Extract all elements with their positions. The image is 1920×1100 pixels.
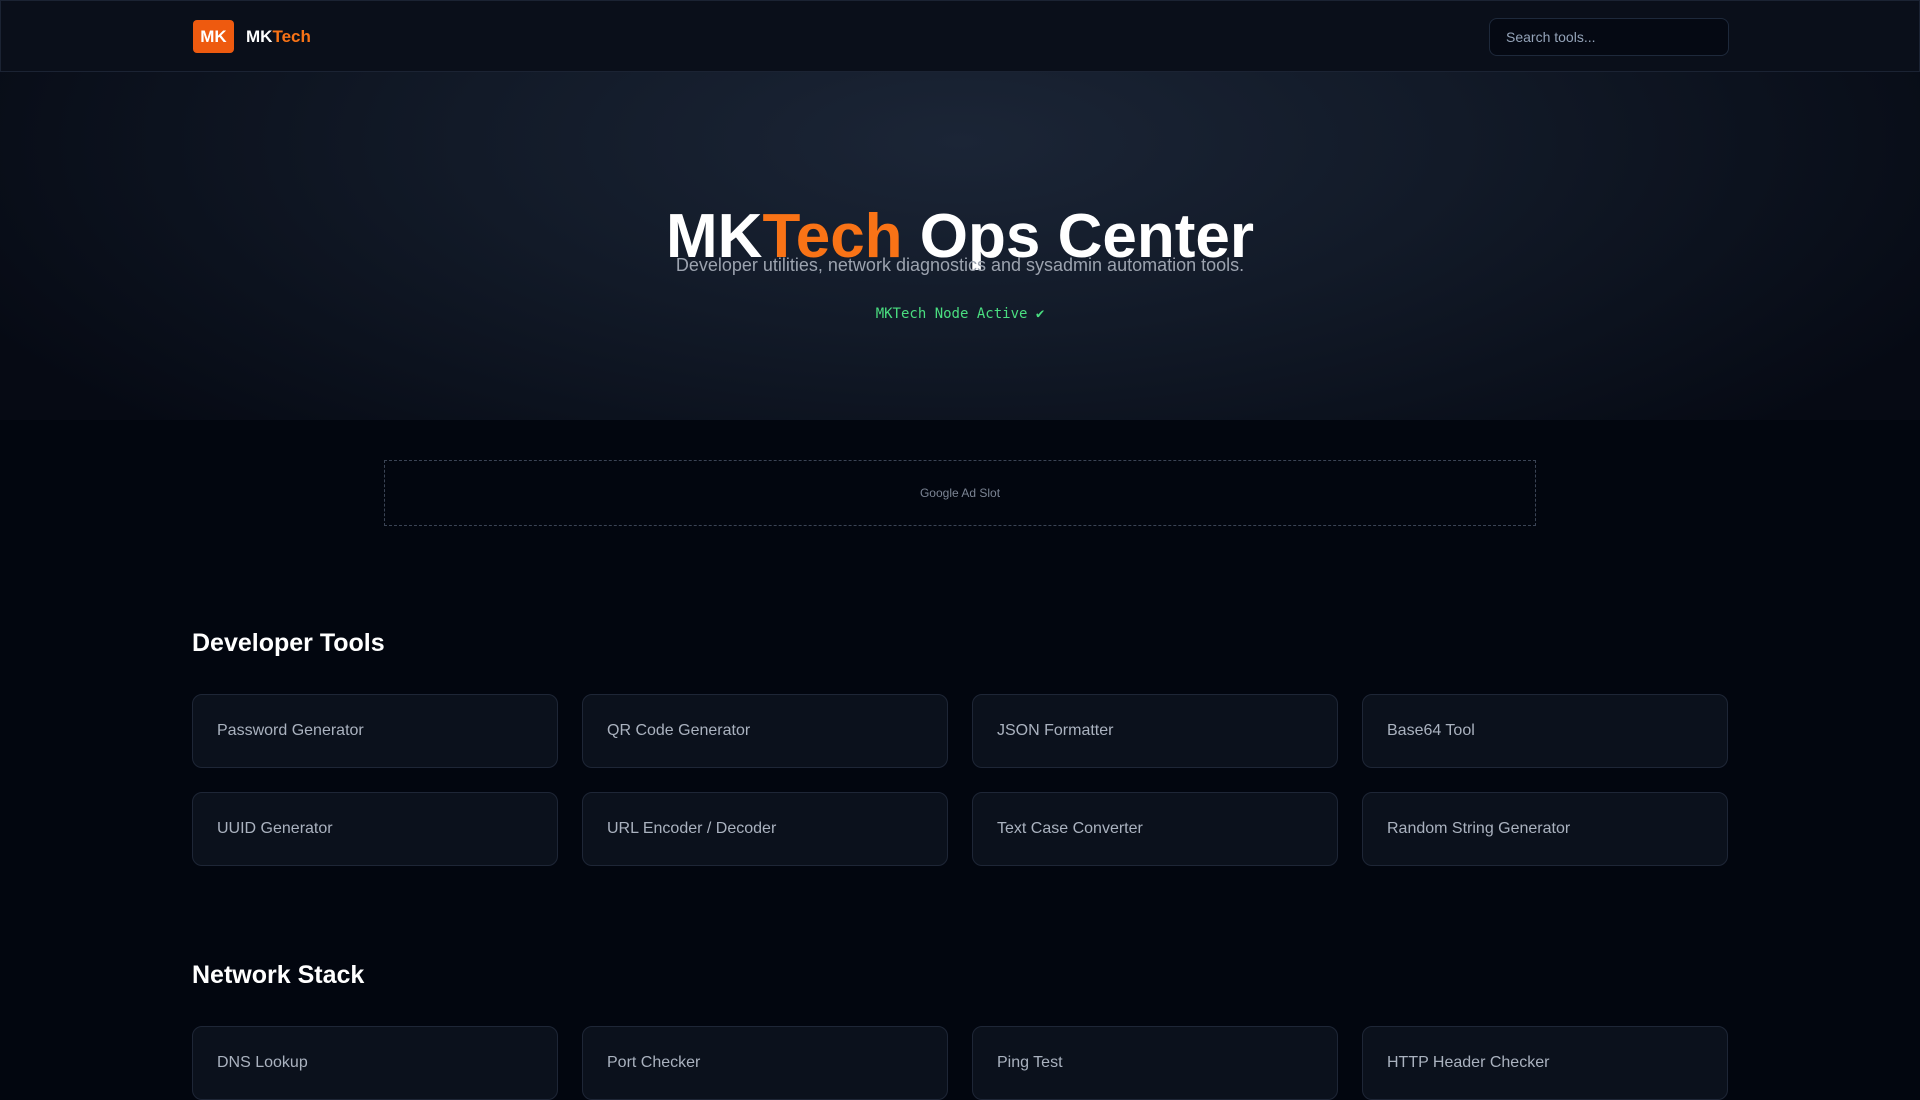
logo-badge: MK	[193, 20, 234, 53]
tool-card-port-checker[interactable]: Port Checker	[582, 1026, 948, 1100]
tool-card-uuid-generator[interactable]: UUID Generator	[192, 792, 558, 866]
tool-card-random-string-generator[interactable]: Random String Generator	[1362, 792, 1728, 866]
section-title-network-stack: Network Stack	[192, 961, 365, 989]
top-navigation-bar: MK MKTech	[0, 0, 1920, 72]
brand-name: MKTech	[246, 27, 311, 47]
tool-card-http-header-checker[interactable]: HTTP Header Checker	[1362, 1026, 1728, 1100]
search-input[interactable]	[1489, 18, 1729, 56]
ad-slot: Google Ad Slot	[384, 460, 1536, 526]
tool-card-dns-lookup[interactable]: DNS Lookup	[192, 1026, 558, 1100]
tool-card-text-case-converter[interactable]: Text Case Converter	[972, 792, 1338, 866]
hero-subtitle: Developer utilities, network diagnostics…	[675, 255, 1245, 275]
tool-card-url-encoder-decoder[interactable]: URL Encoder / Decoder	[582, 792, 948, 866]
tool-card-ping-test[interactable]: Ping Test	[972, 1026, 1338, 1100]
tool-card-password-generator[interactable]: Password Generator	[192, 694, 558, 768]
tool-card-qr-code-generator[interactable]: QR Code Generator	[582, 694, 948, 768]
section-title-developer-tools: Developer Tools	[192, 629, 385, 657]
brand-name-prefix: MK	[246, 26, 273, 46]
tool-card-base64-tool[interactable]: Base64 Tool	[1362, 694, 1728, 768]
tool-card-json-formatter[interactable]: JSON Formatter	[972, 694, 1338, 768]
brand-name-accent: Tech	[272, 26, 311, 46]
node-status: MKTech Node Active ✔	[875, 306, 1045, 322]
brand[interactable]: MK MKTech	[193, 20, 311, 53]
hero-section: MKTech Ops Center Developer utilities, n…	[0, 72, 1920, 420]
